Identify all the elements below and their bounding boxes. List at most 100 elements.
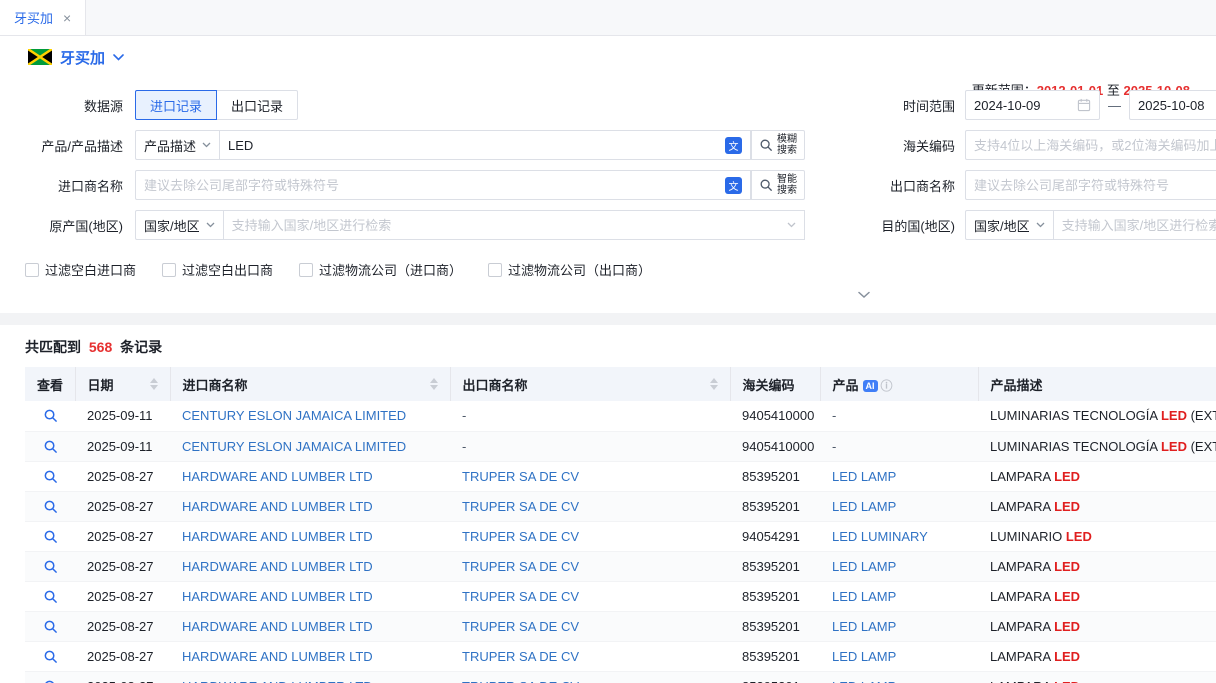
header-product-desc: 产品描述 bbox=[978, 367, 1216, 401]
importer-link[interactable]: HARDWARE AND LUMBER LTD bbox=[182, 499, 373, 514]
importer-link[interactable]: CENTURY ESLON JAMAICA LIMITED bbox=[182, 439, 406, 454]
date-to-input[interactable] bbox=[1138, 98, 1216, 113]
product-link[interactable]: LED LAMP bbox=[832, 469, 896, 484]
product-label: 产品/产品描述 bbox=[0, 136, 135, 155]
cell-hs-code: 85395201 bbox=[730, 671, 820, 683]
importer-link[interactable]: HARDWARE AND LUMBER LTD bbox=[182, 589, 373, 604]
product-link[interactable]: LED LAMP bbox=[832, 619, 896, 634]
origin-type-select[interactable]: 国家/地区 bbox=[135, 210, 224, 240]
destination-country-input[interactable] bbox=[1062, 218, 1216, 233]
checkbox-filter-blank-exporter[interactable]: 过滤空白出口商 bbox=[162, 260, 273, 279]
checkbox-filter-logistics-exporter[interactable]: 过滤物流公司（出口商） bbox=[488, 260, 651, 279]
translate-icon[interactable]: 文 bbox=[725, 177, 742, 194]
page-title: 牙买加 bbox=[60, 47, 105, 68]
product-link[interactable]: LED LAMP bbox=[832, 559, 896, 574]
product-type-select[interactable]: 产品描述 bbox=[135, 130, 220, 160]
view-record-button[interactable] bbox=[25, 671, 75, 683]
date-range-dash: — bbox=[1108, 98, 1121, 113]
product-search-input[interactable] bbox=[228, 138, 719, 153]
product-search-field[interactable]: 文 bbox=[220, 130, 751, 160]
view-record-button[interactable] bbox=[25, 521, 75, 551]
collapse-row bbox=[0, 287, 1216, 305]
country-dropdown-icon[interactable] bbox=[113, 54, 124, 61]
product-link[interactable]: LED LAMP bbox=[832, 679, 896, 683]
hs-code-field[interactable] bbox=[965, 130, 1216, 160]
hs-code-input[interactable] bbox=[974, 138, 1216, 153]
origin-label: 原产国(地区) bbox=[0, 216, 135, 235]
destination-country-field[interactable] bbox=[1054, 210, 1216, 240]
calendar-icon[interactable] bbox=[1077, 98, 1091, 112]
exporter-link[interactable]: TRUPER SA DE CV bbox=[462, 559, 579, 574]
smart-search-button[interactable]: 智能搜索 bbox=[751, 170, 805, 200]
header-date[interactable]: 日期 bbox=[75, 367, 170, 401]
importer-link[interactable]: HARDWARE AND LUMBER LTD bbox=[182, 679, 373, 683]
importer-link[interactable]: HARDWARE AND LUMBER LTD bbox=[182, 469, 373, 484]
view-record-button[interactable] bbox=[25, 461, 75, 491]
origin-country-field[interactable] bbox=[224, 210, 805, 240]
tab-jamaica[interactable]: 牙买加 × bbox=[0, 0, 86, 35]
importer-link[interactable]: HARDWARE AND LUMBER LTD bbox=[182, 619, 373, 634]
product-link[interactable]: LED LUMINARY bbox=[832, 529, 928, 544]
results-table: 查看 日期 进口商名称 出口商名称 海关编码 产品AIⓘ 产品描述 bbox=[25, 367, 1216, 683]
translate-icon[interactable]: 文 bbox=[725, 137, 742, 154]
view-record-button[interactable] bbox=[25, 611, 75, 641]
product-link[interactable]: LED LAMP bbox=[832, 499, 896, 514]
checkbox-filter-logistics-importer[interactable]: 过滤物流公司（进口商） bbox=[299, 260, 462, 279]
date-from-field[interactable] bbox=[965, 90, 1100, 120]
header-exporter[interactable]: 出口商名称 bbox=[450, 367, 730, 401]
info-icon[interactable]: ⓘ bbox=[881, 379, 893, 393]
importer-label: 进口商名称 bbox=[0, 176, 135, 195]
sort-icon[interactable] bbox=[430, 378, 438, 390]
exporter-link[interactable]: TRUPER SA DE CV bbox=[462, 499, 579, 514]
table-header-row: 查看 日期 进口商名称 出口商名称 海关编码 产品AIⓘ 产品描述 bbox=[25, 367, 1216, 401]
sort-icon[interactable] bbox=[710, 378, 718, 390]
exporter-link[interactable]: TRUPER SA DE CV bbox=[462, 529, 579, 544]
exporter-input[interactable] bbox=[974, 178, 1216, 193]
date-from-input[interactable] bbox=[974, 98, 1071, 113]
importer-field[interactable]: 文 bbox=[135, 170, 751, 200]
cell-hs-code: 9405410000 bbox=[730, 431, 820, 461]
importer-link[interactable]: CENTURY ESLON JAMAICA LIMITED bbox=[182, 408, 406, 423]
origin-country-input[interactable] bbox=[232, 218, 781, 233]
view-record-button[interactable] bbox=[25, 641, 75, 671]
importer-input[interactable] bbox=[144, 178, 719, 193]
cell-product-desc: LAMPARA LED bbox=[978, 671, 1216, 683]
importer-link[interactable]: HARDWARE AND LUMBER LTD bbox=[182, 529, 373, 544]
checkbox-filter-blank-importer[interactable]: 过滤空白进口商 bbox=[25, 260, 136, 279]
view-record-button[interactable] bbox=[25, 551, 75, 581]
cell-product-desc: LUMINARIAS TECNOLOGÍA LED (EXT... bbox=[978, 431, 1216, 461]
datasource-import-toggle[interactable]: 进口记录 bbox=[135, 90, 217, 120]
product-link[interactable]: LED LAMP bbox=[832, 649, 896, 664]
importer-link[interactable]: HARDWARE AND LUMBER LTD bbox=[182, 559, 373, 574]
importer-link[interactable]: HARDWARE AND LUMBER LTD bbox=[182, 649, 373, 664]
view-record-button[interactable] bbox=[25, 581, 75, 611]
destination-type-select[interactable]: 国家/地区 bbox=[965, 210, 1054, 240]
tab-close-icon[interactable]: × bbox=[63, 11, 71, 25]
view-record-button[interactable] bbox=[25, 401, 75, 431]
exporter-link[interactable]: TRUPER SA DE CV bbox=[462, 589, 579, 604]
exporter-link[interactable]: TRUPER SA DE CV bbox=[462, 469, 579, 484]
datasource-export-toggle[interactable]: 出口记录 bbox=[217, 90, 298, 120]
exporter-group: 出口商名称 bbox=[880, 170, 1216, 200]
date-to-field[interactable] bbox=[1129, 90, 1216, 120]
cell-product-desc: LAMPARA LED bbox=[978, 461, 1216, 491]
search-icon bbox=[43, 408, 58, 423]
exporter-field[interactable] bbox=[965, 170, 1216, 200]
view-record-button[interactable] bbox=[25, 431, 75, 461]
exporter-link[interactable]: TRUPER SA DE CV bbox=[462, 649, 579, 664]
datasource-label: 数据源 bbox=[0, 96, 135, 115]
time-range-group: 时间范围 — bbox=[880, 90, 1216, 120]
product-link[interactable]: LED LAMP bbox=[832, 589, 896, 604]
sort-icon[interactable] bbox=[150, 378, 158, 390]
exporter-link[interactable]: TRUPER SA DE CV bbox=[462, 619, 579, 634]
collapse-panel-button[interactable] bbox=[845, 287, 883, 305]
chevron-down-icon bbox=[787, 222, 796, 228]
search-icon bbox=[43, 589, 58, 604]
table-row: 2025-09-11 CENTURY ESLON JAMAICA LIMITED… bbox=[25, 401, 1216, 431]
header-importer[interactable]: 进口商名称 bbox=[170, 367, 450, 401]
exporter-link[interactable]: TRUPER SA DE CV bbox=[462, 679, 579, 683]
view-record-button[interactable] bbox=[25, 491, 75, 521]
title-bar: 牙买加 bbox=[0, 36, 1216, 78]
cell-product-desc: LUMINARIAS TECNOLOGÍA LED (EXT... bbox=[978, 401, 1216, 431]
fuzzy-search-button[interactable]: 模糊搜索 bbox=[751, 130, 805, 160]
